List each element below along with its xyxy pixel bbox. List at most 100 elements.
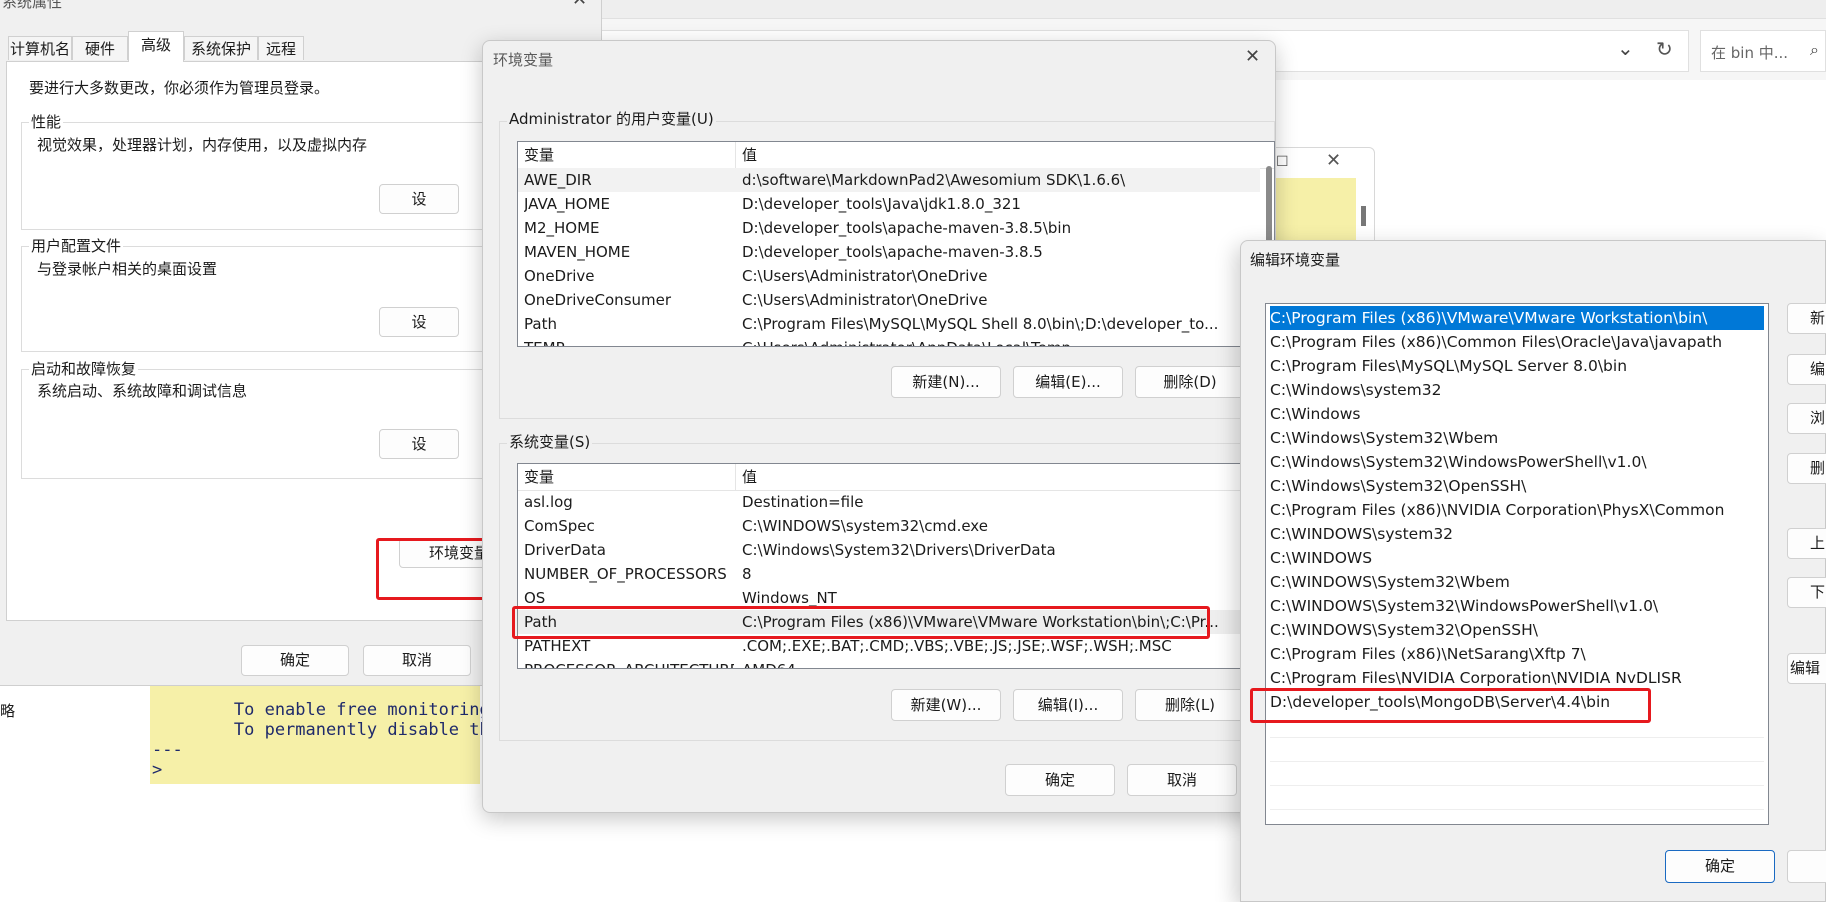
tab-hardware[interactable]: 硬件 (72, 36, 128, 60)
system-delete-button[interactable]: 删除(L) (1135, 689, 1245, 721)
table-row[interactable]: TEMP C:\Users\Administrator\AppData\Local… (518, 336, 1260, 346)
variable-value: D:\developer_tools\apache-maven-3.8.5 (742, 243, 1043, 261)
table-row[interactable]: OneDrive C:\Users\Administrator\OneDrive (518, 264, 1260, 288)
user-edit-button[interactable]: 编辑(E)... (1013, 366, 1123, 398)
path-entry[interactable]: C:\Program Files (x86)\NVIDIA Corporatio… (1270, 498, 1764, 522)
user-profile-desc: 与登录帐户相关的桌面设置 (37, 260, 218, 278)
edit-button[interactable]: 编 (1787, 354, 1826, 385)
column-header-value[interactable]: 值 (742, 464, 1142, 490)
variable-name: M2_HOME (524, 219, 600, 237)
table-row[interactable]: DriverData C:\Windows\System32\Drivers\Dr… (518, 538, 1260, 562)
user-new-button[interactable]: 新建(N)... (891, 366, 1001, 398)
path-entry[interactable]: C:\WINDOWS\System32\WindowsPowerShell\v1… (1270, 594, 1764, 618)
variable-value: C:\Users\Administrator\OneDrive (742, 291, 988, 309)
column-header-variable[interactable]: 变量 (524, 142, 734, 168)
delete-button[interactable]: 删 (1787, 453, 1826, 484)
table-row[interactable]: Path C:\Program Files\MySQL\MySQL Shell 8… (518, 312, 1260, 336)
maximize-icon[interactable]: ☐ (1276, 154, 1289, 170)
close-icon[interactable]: ✕ (1245, 46, 1260, 67)
path-entry[interactable]: C:\Windows\System32\WindowsPowerShell\v1… (1270, 450, 1764, 474)
variable-name: OneDrive (524, 267, 595, 285)
ok-button[interactable]: 确定 (241, 645, 349, 676)
variable-name: asl.log (524, 493, 573, 511)
column-header-variable[interactable]: 变量 (524, 464, 734, 490)
table-row[interactable]: AWE_DIR d:\software\MarkdownPad2\Awesomiu… (518, 168, 1260, 192)
close-icon[interactable]: ✕ (1326, 150, 1341, 171)
variable-value: C:\WINDOWS\system32\cmd.exe (742, 517, 988, 535)
move-down-button[interactable]: 下 (1787, 577, 1826, 608)
variable-name: TEMP (524, 336, 734, 346)
edit-text-button[interactable]: 编辑 (1787, 653, 1826, 684)
cancel-button[interactable] (1787, 850, 1826, 883)
system-new-button[interactable]: 新建(W)... (891, 689, 1001, 721)
path-entry[interactable]: C:\Program Files (x86)\NetSarang\Xftp 7\ (1270, 642, 1764, 666)
path-entry[interactable]: C:\Program Files\NVIDIA Corporation\NVID… (1270, 666, 1764, 690)
user-variables-list[interactable]: 变量 值 AWE_DIR d:\software\MarkdownPad2\Awe… (517, 141, 1275, 347)
variable-value: Destination=file (742, 493, 864, 511)
tab-system-protection[interactable]: 系统保护 (184, 36, 258, 60)
search-box[interactable]: 在 bin 中... ⌕ (1700, 30, 1826, 72)
variable-name: PROCESSOR_ARCHITECTURE (524, 658, 734, 668)
empty-row-divider (1270, 785, 1764, 786)
path-entry[interactable]: C:\WINDOWS\system32 (1270, 522, 1764, 546)
tab-label: 计算机名 (9, 40, 70, 58)
console-window-bg: To enable free monitoring To permanently… (150, 684, 490, 784)
close-icon[interactable]: ✕ (572, 0, 587, 10)
empty-row-divider (1270, 737, 1764, 738)
variable-value: AMD64 (742, 658, 1258, 668)
cancel-button[interactable]: 取消 (363, 645, 471, 676)
path-entries-list[interactable]: C:\Program Files (x86)\VMware\VMware Wor… (1265, 303, 1769, 825)
table-row[interactable]: JAVA_HOME D:\developer_tools\Java\jdk1.8.… (518, 192, 1260, 216)
user-profile-settings-button[interactable]: 设 (379, 307, 459, 337)
performance-desc: 视觉效果，处理器计划，内存使用，以及虚拟内存 (37, 136, 368, 154)
variable-name: JAVA_HOME (524, 195, 611, 213)
table-row[interactable]: MAVEN_HOME D:\developer_tools\apache-mave… (518, 240, 1260, 264)
empty-row-divider (1270, 809, 1764, 810)
tab-advanced[interactable]: 高级 (128, 31, 184, 62)
table-row[interactable]: ComSpec C:\WINDOWS\system32\cmd.exe (518, 514, 1260, 538)
tab-computer-name[interactable]: 计算机名 (8, 36, 72, 60)
variable-value: C:\Windows\System32\Drivers\DriverData (742, 541, 1056, 559)
tab-remote[interactable]: 远程 (258, 36, 304, 60)
variable-value: d:\software\MarkdownPad2\Awesomium SDK\1… (742, 171, 1126, 189)
search-icon: ⌕ (1810, 40, 1819, 59)
variable-value: D:\developer_tools\Java\jdk1.8.0_321 (742, 195, 1021, 213)
bg-scrollbar (1361, 206, 1366, 226)
tab-label: 高级 (140, 36, 171, 54)
table-row[interactable]: asl.log Destination=file (518, 490, 1260, 514)
performance-settings-button[interactable]: 设 (379, 184, 459, 214)
ok-button[interactable]: 确定 (1005, 764, 1115, 796)
path-entry[interactable]: C:\WINDOWS\System32\OpenSSH\ (1270, 618, 1764, 642)
path-entry[interactable]: C:\Windows (1270, 402, 1764, 426)
column-divider (735, 464, 736, 490)
startup-recovery-settings-button[interactable]: 设 (379, 429, 459, 459)
path-entry[interactable]: C:\WINDOWS (1270, 546, 1764, 570)
table-row[interactable]: PROCESSOR_ARCHITECTURE AMD64 (518, 658, 1260, 668)
new-button[interactable]: 新 (1787, 303, 1826, 334)
cancel-button[interactable]: 取消 (1127, 764, 1237, 796)
path-entry[interactable]: C:\Windows\System32\Wbem (1270, 426, 1764, 450)
browse-button[interactable]: 浏 (1787, 403, 1826, 434)
column-divider (735, 142, 736, 168)
table-row[interactable]: M2_HOME D:\developer_tools\apache-maven-3… (518, 216, 1260, 240)
list-header: 变量 值 (518, 464, 1274, 491)
path-entry[interactable]: C:\Windows\System32\OpenSSH\ (1270, 474, 1764, 498)
table-row[interactable]: NUMBER_OF_PROCESSORS 8 (518, 562, 1260, 586)
path-entry[interactable]: C:\Windows\system32 (1270, 378, 1764, 402)
path-entry[interactable]: C:\Program Files\MySQL\MySQL Server 8.0\… (1270, 354, 1764, 378)
dialog-title: 系统属性 (2, 0, 63, 11)
column-header-value[interactable]: 值 (742, 142, 1142, 168)
ok-button[interactable]: 确定 (1665, 850, 1775, 883)
table-row[interactable]: OneDriveConsumer C:\Users\Administrator\O… (518, 288, 1260, 312)
user-delete-button[interactable]: 删除(D) (1135, 366, 1245, 398)
chevron-down-icon[interactable]: ⌄ (1617, 36, 1634, 60)
path-entry[interactable]: C:\Program Files (x86)\VMware\VMware Wor… (1270, 306, 1764, 330)
path-entry[interactable]: C:\Program Files (x86)\Common Files\Orac… (1270, 330, 1764, 354)
edit-environment-variable-dialog: 编辑环境变量 C:\Program Files (x86)\VMware\VMw… (1240, 240, 1826, 902)
path-entry[interactable]: C:\WINDOWS\System32\Wbem (1270, 570, 1764, 594)
system-edit-button[interactable]: 编辑(I)... (1013, 689, 1123, 721)
search-input[interactable]: 在 bin 中... (1711, 42, 1788, 63)
refresh-icon[interactable]: ↻ (1656, 37, 1673, 61)
move-up-button[interactable]: 上 (1787, 528, 1826, 559)
variable-name: AWE_DIR (524, 171, 592, 189)
